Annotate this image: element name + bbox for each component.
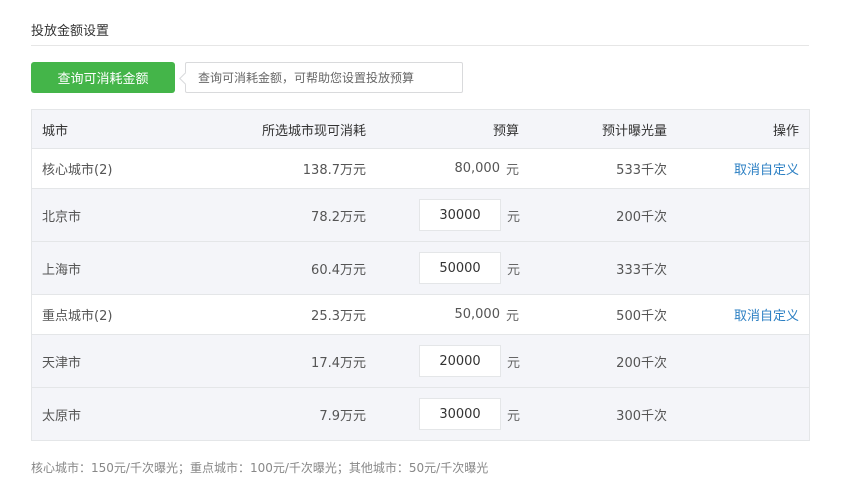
budget-unit: 元 [507,262,521,278]
budget-unit: 元 [505,309,519,324]
budget-unit: 元 [507,209,521,225]
city-name: 北京市 [42,209,82,225]
budget-table: 城市 所选城市现可消耗 预算 预计曝光量 操作 核心城市(2) 138.7万元 … [31,109,810,441]
budget-value: 80,000 元 [454,149,519,188]
city-name: 上海市 [42,262,82,278]
action-cell: 取消自定义 [734,149,799,188]
city-name: 天津市 [42,355,82,371]
budget-value: 50,000 元 [454,295,519,334]
table-row-group: 核心城市(2) 138.7万元 80,000 元 533千次 取消自定义 [32,148,809,188]
header-budget: 预算 [492,123,519,139]
table-row-city: 天津市 17.4万元 元 200千次 [32,334,809,387]
estimated-exposure: 533千次 [616,163,667,178]
budget-edit-cell: 元 [419,242,520,294]
available-amount: 78.2万元 [311,209,366,225]
table-row-city: 太原市 7.9万元 元 300千次 [32,387,809,440]
header-city: 城市 [42,123,69,139]
budget-amount: 50,000 [454,307,500,322]
query-tip-text: 查询可消耗金额，可帮助您设置投放预算 [198,71,415,85]
estimated-exposure: 333千次 [616,262,667,278]
budget-input[interactable] [419,345,501,377]
estimated-exposure: 200千次 [616,209,667,225]
available-amount: 25.3万元 [311,309,366,324]
pricing-footnote: 核心城市：150元/千次曝光；重点城市：100元/千次曝光；其他城市：50元/千… [31,461,489,475]
table-header-row: 城市 所选城市现可消耗 预算 预计曝光量 操作 [32,110,809,148]
table-row-city: 上海市 60.4万元 元 333千次 [32,241,809,294]
estimated-exposure: 500千次 [616,309,667,324]
city-name: 太原市 [42,408,82,424]
table-row-city: 北京市 78.2万元 元 200千次 [32,188,809,241]
budget-edit-cell: 元 [419,388,520,440]
header-available: 所选城市现可消耗 [261,123,366,139]
budget-input[interactable] [419,252,501,284]
table-row-group: 重点城市(2) 25.3万元 50,000 元 500千次 取消自定义 [32,294,809,334]
estimated-exposure: 300千次 [616,408,667,424]
header-exposure: 预计曝光量 [601,123,667,139]
budget-edit-cell: 元 [419,189,520,241]
cancel-custom-link[interactable]: 取消自定义 [734,159,799,178]
header-action: 操作 [772,123,799,139]
available-amount: 60.4万元 [311,262,366,278]
query-available-amount-button[interactable]: 查询可消耗金额 [31,62,175,93]
action-cell: 取消自定义 [734,295,799,334]
budget-input[interactable] [419,199,501,231]
budget-unit: 元 [507,408,521,424]
budget-unit: 元 [507,355,521,371]
available-amount: 138.7万元 [302,163,366,178]
budget-edit-cell: 元 [419,335,520,387]
budget-amount: 80,000 [454,161,500,176]
budget-input[interactable] [419,398,501,430]
estimated-exposure: 200千次 [616,355,667,371]
title-divider [31,45,809,46]
budget-unit: 元 [505,163,519,178]
query-tip-bubble: 查询可消耗金额，可帮助您设置投放预算 [185,62,463,93]
cancel-custom-link[interactable]: 取消自定义 [734,305,799,324]
city-name: 核心城市(2) [42,163,113,178]
section-title: 投放金额设置 [31,24,110,39]
available-amount: 17.4万元 [311,355,366,371]
available-amount: 7.9万元 [319,408,366,424]
city-name: 重点城市(2) [42,309,113,324]
